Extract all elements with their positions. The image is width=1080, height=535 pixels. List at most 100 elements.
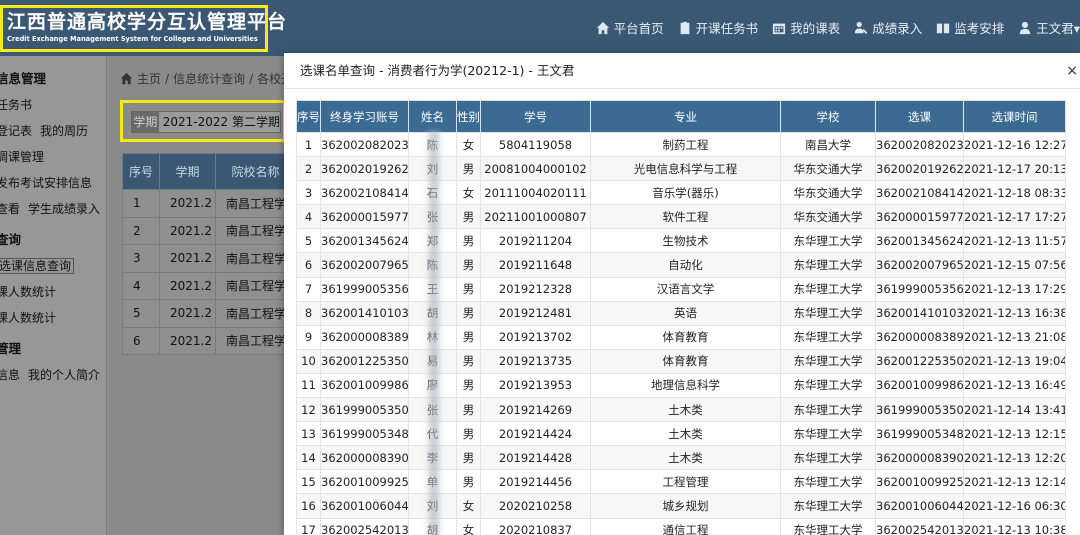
- site-title: 江西普通高校学分互认管理平台: [7, 11, 288, 33]
- nav-exam[interactable]: 监考安排: [936, 18, 1004, 37]
- cell-index: 8: [296, 300, 321, 326]
- breadcrumb-home[interactable]: 主页: [137, 70, 161, 87]
- col-name: 姓名: [408, 100, 457, 133]
- sidebar-item-info[interactable]: 信息: [0, 368, 20, 382]
- breadcrumb-stats[interactable]: 信息统计查询: [173, 70, 245, 87]
- sidebar-row-5: 查看学生成绩录入: [0, 200, 106, 217]
- cell-index: 5: [296, 228, 321, 254]
- term-select[interactable]: 学期 2021-2022 第二学期: [131, 111, 281, 133]
- book-icon: [937, 23, 950, 33]
- course-roster-modal: 选课名单查询 - 消费者行为学(20212-1) - 王文君 × 序号 终身学习账…: [284, 53, 1080, 535]
- sidebar-section-manage[interactable]: 管理: [0, 338, 106, 357]
- sidebar-item-grade-entry[interactable]: 学生成绩录入: [28, 202, 100, 216]
- grade-entry-icon: [855, 21, 868, 34]
- cell-school: 东华理工大学: [780, 276, 876, 302]
- cell-student-id: 2019214428: [480, 445, 591, 471]
- cell-account: 3620010099863: [320, 372, 409, 399]
- term-value[interactable]: 2021-2022 第二学期: [159, 112, 280, 132]
- table-row: 23620020192628刘男20081004000102光电信息科学与工程华…: [296, 156, 1066, 182]
- cell-major: 土木类: [590, 421, 781, 447]
- cell-account: 3620013456248: [320, 228, 409, 254]
- cell-index: 11: [296, 372, 321, 399]
- sidebar-item-register[interactable]: 登记表: [0, 124, 32, 138]
- top-header: 江西普通高校学分互认管理平台 Credit Exchange Managemen…: [0, 0, 1080, 56]
- cell-selection-time: 2021-12-16 06:30:26.0: [963, 493, 1066, 519]
- cell-school: 华东交通大学: [780, 180, 876, 206]
- cell-selection: 3620020192628: [875, 156, 964, 182]
- cell-gender: 女: [456, 517, 481, 535]
- cell-school: 华东交通大学: [780, 204, 876, 230]
- sidebar-item-view[interactable]: 查看: [0, 202, 20, 216]
- cell-school: 东华理工大学: [780, 324, 876, 350]
- cell-gender: 男: [456, 372, 481, 399]
- cell-student-id: 2019214424: [480, 421, 591, 447]
- cell-selection: 3620020079657: [875, 252, 964, 278]
- cell-school: 东华理工大学: [780, 517, 876, 535]
- logo[interactable]: 江西普通高校学分互认管理平台 Credit Exchange Managemen…: [0, 5, 288, 52]
- name-redaction-blur: [426, 131, 442, 535]
- table-row: 33620021084140石女20111004020111音乐学(器乐)华东交…: [296, 180, 1066, 206]
- cell-major: 自动化: [590, 252, 781, 278]
- breadcrumb-sep: /: [165, 71, 170, 86]
- home-icon: [120, 72, 133, 85]
- cell-gender: 女: [456, 493, 481, 519]
- sidebar-item-profile[interactable]: 我的个人简介: [28, 368, 100, 382]
- clipboard-icon: [680, 21, 690, 34]
- cell-selection: 3620000083904: [875, 445, 964, 471]
- close-icon[interactable]: ×: [1066, 63, 1078, 79]
- table-row: 93620000083895林男2019213702体育教育东华理工大学3620…: [296, 324, 1066, 350]
- cell-school: 东华理工大学: [780, 228, 876, 254]
- sidebar-item-selection-query[interactable]: 选课信息查询: [0, 257, 106, 274]
- cell-gender: 男: [456, 324, 481, 350]
- home-icon: [596, 21, 609, 34]
- cell-school: 南昌大学: [780, 131, 876, 158]
- cell-school: 东华理工大学: [780, 493, 876, 519]
- nav-course-task[interactable]: 开课任务书: [678, 18, 759, 37]
- col-term: 学期: [159, 153, 216, 190]
- cell-school: 东华理工大学: [780, 300, 876, 326]
- cell-student-id: 2019211204: [480, 228, 591, 254]
- table-row: 4 2021.2 南昌工程学: [122, 271, 296, 300]
- table-row: 2 2021.2 南昌工程学: [122, 216, 296, 245]
- nav-grade-entry[interactable]: 成绩录入: [854, 18, 922, 37]
- nav-course-task-label: 开课任务书: [695, 21, 759, 36]
- cell-student-id: 2019214456: [480, 469, 591, 495]
- col-account: 终身学习账号: [320, 100, 409, 133]
- nav-user-menu[interactable]: 王文君▾: [1018, 18, 1080, 37]
- sidebar-item-exam-publish[interactable]: 发布考试安排信息: [0, 174, 106, 191]
- nav-schedule[interactable]: 我的课表: [772, 18, 840, 37]
- table-row: 53620013456248郑男2019211204生物技术东华理工大学3620…: [296, 228, 1066, 254]
- cell-major: 软件工程: [590, 204, 781, 230]
- cell-gender: 男: [456, 469, 481, 495]
- cell-school: 东华理工大学: [780, 397, 876, 423]
- col-major: 专业: [590, 100, 781, 133]
- cell-major: 制药工程: [590, 131, 781, 158]
- cell-gender: 男: [456, 421, 481, 447]
- sidebar-section-query[interactable]: 查询: [0, 229, 106, 248]
- table-row: 133619990053486代男2019214424土木类东华理工大学3619…: [296, 421, 1066, 447]
- cell-major: 体育教育: [590, 324, 781, 350]
- cell-school: 东华理工大学: [780, 469, 876, 495]
- cell-selection-time: 2021-12-13 12:14:13.0: [963, 469, 1066, 495]
- sidebar-item-count-1[interactable]: 课人数统计: [0, 283, 106, 300]
- nav-grade-entry-label: 成绩录入: [872, 21, 923, 36]
- cell-account: 3620021084140: [320, 180, 409, 206]
- sidebar-item-adjust[interactable]: 调课管理: [0, 148, 106, 165]
- sidebar-item-task[interactable]: 任务书: [0, 96, 106, 113]
- sidebar-item-weekly[interactable]: 我的周历: [40, 124, 88, 138]
- cell-selection: 3620014101033: [875, 300, 964, 326]
- cell-index: 13: [296, 421, 321, 447]
- cell-selection: 3620021084140: [875, 180, 964, 206]
- table-row: 13620020820237陈女5804119058制药工程南昌大学362002…: [296, 131, 1066, 158]
- cell-student-id: 2019214269: [480, 397, 591, 423]
- cell-selection: 3620010099863: [875, 372, 964, 399]
- cell-major: 土木类: [590, 397, 781, 423]
- cell-student-id: 2019213735: [480, 348, 591, 374]
- cell-student-id: 2020210258: [480, 493, 591, 519]
- nav-home[interactable]: 平台首页: [596, 18, 664, 37]
- col-index: 序号: [296, 100, 321, 133]
- cell-selection-time: 2021-12-13 16:49:54.0: [963, 372, 1066, 399]
- sidebar-section-info[interactable]: 信息管理: [0, 68, 106, 87]
- cell-index: 4: [296, 204, 321, 230]
- sidebar-item-count-2[interactable]: 课人数统计: [0, 309, 106, 326]
